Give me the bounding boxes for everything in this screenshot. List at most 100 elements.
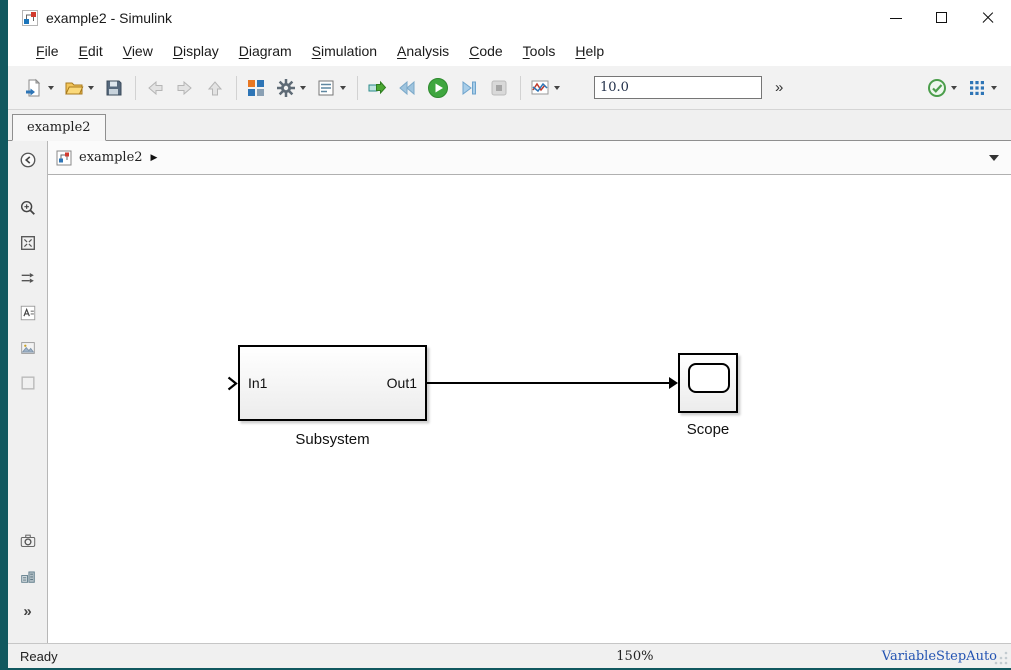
chevron-down-icon[interactable] <box>991 85 997 90</box>
stop-icon <box>491 80 507 95</box>
double-chevron-icon: » <box>23 602 32 620</box>
chevron-down-icon[interactable] <box>300 85 306 90</box>
statusbar: Ready 150% VariableStepAuto <box>8 643 1011 668</box>
step-forward-button[interactable] <box>455 73 483 103</box>
menu-help[interactable]: Help <box>565 36 614 66</box>
sample-time-button[interactable] <box>10 267 46 289</box>
chevron-down-icon[interactable] <box>554 85 560 90</box>
update-diagram-icon <box>368 80 387 94</box>
image-button[interactable] <box>10 337 46 359</box>
solver-indicator[interactable]: VariableStepAuto <box>882 649 997 664</box>
annotation-button[interactable] <box>10 302 46 324</box>
circle-arrow-icon <box>20 152 35 168</box>
update-diagram-button[interactable] <box>363 73 391 103</box>
subsystem-block[interactable]: In1 Out1 <box>238 345 427 421</box>
library-browser-button[interactable] <box>242 73 270 103</box>
chevron-down-icon[interactable] <box>340 85 346 90</box>
step-back-button[interactable] <box>393 73 421 103</box>
blocks-icon <box>20 571 35 583</box>
status-text: Ready <box>20 648 58 664</box>
breadcrumb-arrow-icon: ▶ <box>150 152 158 162</box>
new-model-icon <box>26 78 41 96</box>
area-box-button[interactable] <box>10 372 46 394</box>
chevron-down-icon[interactable] <box>951 85 957 90</box>
tabbar: example2 <box>8 110 1011 141</box>
toolbar-separator <box>357 75 358 100</box>
zoom-in-button[interactable] <box>10 197 46 219</box>
toolbar-separator <box>520 75 521 100</box>
simulation-data-inspector-button[interactable] <box>526 73 564 103</box>
navigate-forward-button[interactable] <box>171 73 199 103</box>
dot-grid-icon <box>970 80 984 95</box>
resize-grip-icon[interactable] <box>993 650 1009 666</box>
more-tools-button[interactable]: » <box>10 600 46 622</box>
stop-time-input[interactable] <box>594 76 762 99</box>
viewmark-button[interactable] <box>10 530 46 552</box>
menu-tools[interactable]: Tools <box>513 36 566 66</box>
fit-to-view-button[interactable] <box>10 232 46 254</box>
run-button[interactable] <box>423 73 453 103</box>
toolbar-right-group <box>923 73 1003 103</box>
menu-display[interactable]: Display <box>163 36 229 66</box>
toolbar-overflow-button[interactable]: » <box>772 79 786 96</box>
model-data-editor-button[interactable] <box>312 73 350 103</box>
forward-arrow-icon <box>177 80 192 95</box>
save-floppy-icon <box>106 80 122 95</box>
minimize-icon <box>890 18 902 19</box>
subsystem-outport-label: Out1 <box>386 375 417 391</box>
minimize-button[interactable] <box>873 0 919 36</box>
palette-sidebar: » <box>8 141 48 643</box>
step-forward-icon <box>462 80 476 95</box>
signal-plot-icon <box>531 80 549 94</box>
menu-file[interactable]: File <box>26 36 69 66</box>
menu-code[interactable]: Code <box>459 36 512 66</box>
main-area: » example2 ▶ In1 Out1 Subsystem Scope <box>8 140 1011 643</box>
close-button[interactable] <box>965 0 1011 36</box>
subsystem-block-label[interactable]: Subsystem <box>238 431 427 448</box>
new-model-button[interactable] <box>20 73 58 103</box>
scope-block[interactable] <box>678 353 738 413</box>
breadcrumb: example2 ▶ <box>48 141 1011 175</box>
target-hardware-button[interactable] <box>963 73 1001 103</box>
scope-block-label[interactable]: Scope <box>648 421 768 438</box>
library-browser-icon <box>248 79 264 96</box>
menu-analysis[interactable]: Analysis <box>387 36 459 66</box>
navigate-up-button[interactable] <box>201 73 229 103</box>
run-play-icon <box>428 77 448 98</box>
scope-screen-icon <box>688 363 730 393</box>
stop-button[interactable] <box>485 73 513 103</box>
open-model-button[interactable] <box>60 73 98 103</box>
menu-simulation[interactable]: Simulation <box>302 36 387 66</box>
up-arrow-icon <box>207 80 223 95</box>
library-blocks-button[interactable] <box>10 565 46 587</box>
navigate-back-button[interactable] <box>141 73 169 103</box>
subsystem-inport-label: In1 <box>248 375 268 391</box>
tab-example2[interactable]: example2 <box>12 114 106 141</box>
maximize-icon <box>936 12 947 23</box>
model-canvas[interactable]: In1 Out1 Subsystem Scope <box>48 175 1011 643</box>
toolbar: » <box>8 66 1011 110</box>
zoom-level: 150% <box>616 648 654 664</box>
magnifier-plus-icon <box>20 200 35 215</box>
toolbar-separator <box>135 75 136 100</box>
menu-edit[interactable]: Edit <box>69 36 113 66</box>
menu-view[interactable]: View <box>113 36 163 66</box>
breadcrumb-model[interactable]: example2 <box>79 150 143 165</box>
input-port-icon[interactable] <box>227 376 238 391</box>
model-configuration-button[interactable] <box>272 73 310 103</box>
breadcrumb-dropdown-icon[interactable] <box>989 154 999 161</box>
simulink-window: example2 - Simulink File Edit View Displ… <box>8 0 1011 668</box>
fit-view-icon <box>20 236 35 250</box>
signal-wire[interactable] <box>427 382 669 384</box>
save-model-button[interactable] <box>100 73 128 103</box>
menu-diagram[interactable]: Diagram <box>229 36 302 66</box>
maximize-button[interactable] <box>919 0 965 36</box>
chevron-down-icon[interactable] <box>88 85 94 90</box>
toolbar-separator <box>236 75 237 100</box>
window-title: example2 - Simulink <box>46 10 173 26</box>
model-advisor-check-button[interactable] <box>923 73 961 103</box>
chevron-down-icon[interactable] <box>48 85 54 90</box>
annotation-icon <box>20 305 35 321</box>
explorer-toggle-button[interactable] <box>10 149 46 171</box>
simulink-logo-icon <box>22 10 38 26</box>
